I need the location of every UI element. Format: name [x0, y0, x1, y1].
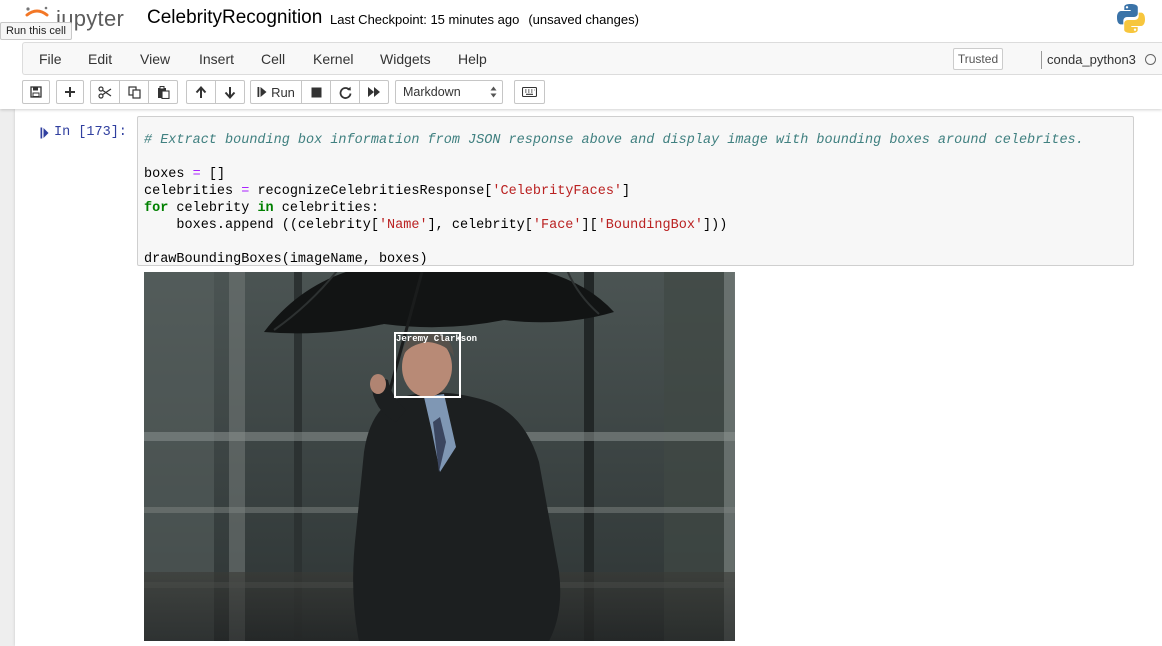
- paste-button[interactable]: [148, 80, 178, 104]
- notebook-header: jupyter Run this cell CelebrityRecogniti…: [0, 0, 1162, 109]
- code-token: boxes.append ((celebrity[: [176, 218, 379, 233]
- code-operator: =: [192, 167, 201, 182]
- menu-widgets[interactable]: Widgets: [380, 51, 431, 67]
- run-button[interactable]: Run: [250, 80, 302, 104]
- menu-help[interactable]: Help: [458, 51, 487, 67]
- code-keyword: in: [257, 201, 274, 216]
- restart-icon: [339, 86, 351, 99]
- run-button-group: Run: [250, 80, 389, 104]
- plus-icon: [65, 87, 75, 97]
- select-arrows-icon: [490, 86, 497, 98]
- code-editor[interactable]: # Extract bounding box information from …: [137, 116, 1134, 267]
- move-up-button[interactable]: [186, 80, 216, 104]
- cell-type-value: Markdown: [403, 85, 461, 99]
- copy-button[interactable]: [119, 80, 149, 104]
- fast-forward-icon: [368, 87, 380, 97]
- kernel-divider: [1041, 51, 1042, 69]
- command-palette-button[interactable]: [514, 80, 545, 104]
- code-token: celebrities: [144, 184, 234, 199]
- scissors-icon: [98, 85, 112, 99]
- code-token: celebrities: [281, 201, 371, 216]
- menubar: File Edit View Insert Cell Kernel Widget…: [22, 42, 1162, 75]
- code-token: ], celebrity[: [427, 218, 533, 233]
- save-button[interactable]: [22, 80, 50, 104]
- kernel-idle-indicator-icon: [1145, 54, 1156, 65]
- checkpoint-status: Last Checkpoint: 15 minutes ago (unsaved …: [330, 12, 639, 27]
- cell-type-select[interactable]: Markdown: [395, 80, 503, 104]
- celebrity-photo: [144, 272, 735, 641]
- output-image: Jeremy Clarkson: [144, 272, 735, 641]
- move-button-group: [186, 80, 245, 104]
- code-token: drawBoundingBoxes(imageName, boxes): [144, 252, 428, 267]
- run-all-button[interactable]: [359, 80, 389, 104]
- code-keyword: for: [144, 201, 169, 216]
- notebook-container: In [173]: # Extract bounding box informa…: [15, 109, 1162, 646]
- code-token: boxes: [144, 167, 185, 182]
- checkpoint-text: Last Checkpoint: 15 minutes ago: [330, 12, 520, 27]
- menu-file[interactable]: File: [39, 51, 62, 67]
- kernel-name[interactable]: conda_python3: [1047, 52, 1136, 67]
- code-string: 'Face': [532, 218, 582, 233]
- arrow-up-icon: [195, 85, 207, 98]
- trusted-badge[interactable]: Trusted: [953, 48, 1003, 70]
- menu-insert[interactable]: Insert: [199, 51, 234, 67]
- code-string: 'BoundingBox': [597, 218, 704, 233]
- code-token: recognizeCelebritiesResponse: [257, 184, 485, 199]
- arrow-down-icon: [224, 86, 236, 99]
- menu-cell[interactable]: Cell: [261, 51, 285, 67]
- copy-icon: [127, 85, 141, 99]
- run-cell-icon[interactable]: [40, 127, 49, 139]
- menu-edit[interactable]: Edit: [88, 51, 112, 67]
- code-comment: # Extract bounding box information from …: [144, 133, 1084, 148]
- interrupt-button[interactable]: [301, 80, 331, 104]
- code-string: 'Name': [378, 218, 428, 233]
- save-icon: [30, 86, 42, 98]
- move-down-button[interactable]: [215, 80, 245, 104]
- keyboard-icon: [522, 87, 537, 97]
- restart-button[interactable]: [330, 80, 360, 104]
- code-token: []: [208, 167, 226, 182]
- run-label: Run: [271, 84, 295, 100]
- code-token: celebrity: [176, 201, 250, 216]
- run-icon: [257, 87, 267, 97]
- menu-kernel[interactable]: Kernel: [313, 51, 353, 67]
- code-operator: =: [241, 184, 250, 199]
- edit-button-group: [90, 80, 178, 104]
- notebook-title[interactable]: CelebrityRecognition: [147, 7, 322, 29]
- stop-icon: [311, 87, 321, 97]
- bounding-box-label: Jeremy Clarkson: [396, 334, 478, 344]
- cell-prompt-label: In [173]:: [54, 125, 127, 140]
- menu-view[interactable]: View: [140, 51, 170, 67]
- python-logo-icon: [1117, 4, 1145, 33]
- paste-icon: [157, 85, 170, 99]
- code-string: 'CelebrityFaces': [492, 184, 623, 199]
- insert-cell-button[interactable]: [56, 80, 84, 104]
- run-cell-tooltip: Run this cell: [0, 22, 72, 40]
- cell-prompt[interactable]: In [173]:: [40, 125, 127, 140]
- unsaved-changes-text: (unsaved changes): [528, 12, 639, 27]
- cut-button[interactable]: [90, 80, 120, 104]
